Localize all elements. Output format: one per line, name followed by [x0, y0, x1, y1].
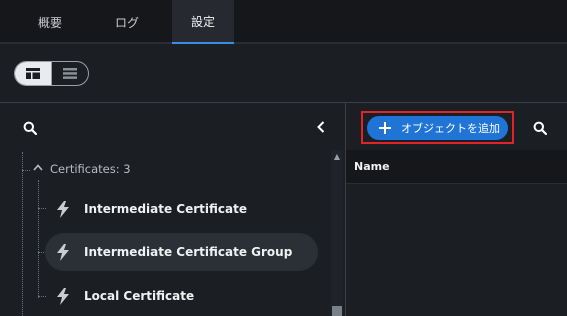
tab-settings[interactable]: 設定 — [172, 0, 234, 44]
plus-icon — [379, 122, 391, 134]
objects-table-body — [346, 184, 567, 316]
panel-layout-icon — [26, 64, 40, 83]
tab-label: 設定 — [190, 14, 215, 29]
list-view-button[interactable] — [51, 62, 88, 85]
tree-guide-line — [22, 152, 23, 316]
chevron-left-icon[interactable] — [314, 119, 328, 135]
tree-item-label: Intermediate Certificate — [84, 202, 247, 216]
view-toggle — [14, 61, 89, 86]
tree-item-label: Local Certificate — [84, 289, 195, 303]
tree-view-button[interactable] — [15, 62, 51, 85]
tab-overview[interactable]: 概要 — [20, 0, 80, 44]
tree-item-intermediate-certificate[interactable]: Intermediate Certificate — [45, 190, 318, 228]
add-object-button[interactable]: オブジェクトを追加 — [367, 116, 508, 140]
add-object-label: オブジェクトを追加 — [401, 122, 500, 135]
tree-item-intermediate-certificate-group[interactable]: Intermediate Certificate Group — [45, 233, 318, 271]
search-icon[interactable] — [531, 119, 549, 137]
bolt-icon — [57, 200, 71, 218]
bolt-icon — [57, 287, 71, 305]
bolt-icon — [57, 243, 71, 261]
chevron-up-icon[interactable] — [33, 163, 43, 174]
tree-guide-line — [38, 180, 39, 298]
tab-logs[interactable]: ログ — [96, 0, 158, 44]
column-header-name[interactable]: Name — [346, 150, 567, 184]
tree-guide-line — [22, 170, 30, 171]
column-header-label: Name — [354, 160, 390, 173]
scrollbar-thumb[interactable] — [332, 306, 342, 316]
tab-bar: 概要 ログ 設定 — [0, 0, 567, 44]
tab-label: 概要 — [37, 15, 62, 30]
tree-item-label: Intermediate Certificate Group — [84, 245, 293, 259]
search-icon[interactable] — [21, 119, 39, 137]
list-layout-icon — [63, 64, 77, 83]
tree-item-local-certificate[interactable]: Local Certificate — [45, 277, 318, 315]
scroll-up-icon[interactable]: ▲ — [331, 150, 343, 162]
certificates-group-label[interactable]: Certificates: 3 — [50, 161, 131, 177]
tree-scrollbar[interactable] — [331, 150, 343, 316]
tab-label: ログ — [114, 15, 139, 30]
